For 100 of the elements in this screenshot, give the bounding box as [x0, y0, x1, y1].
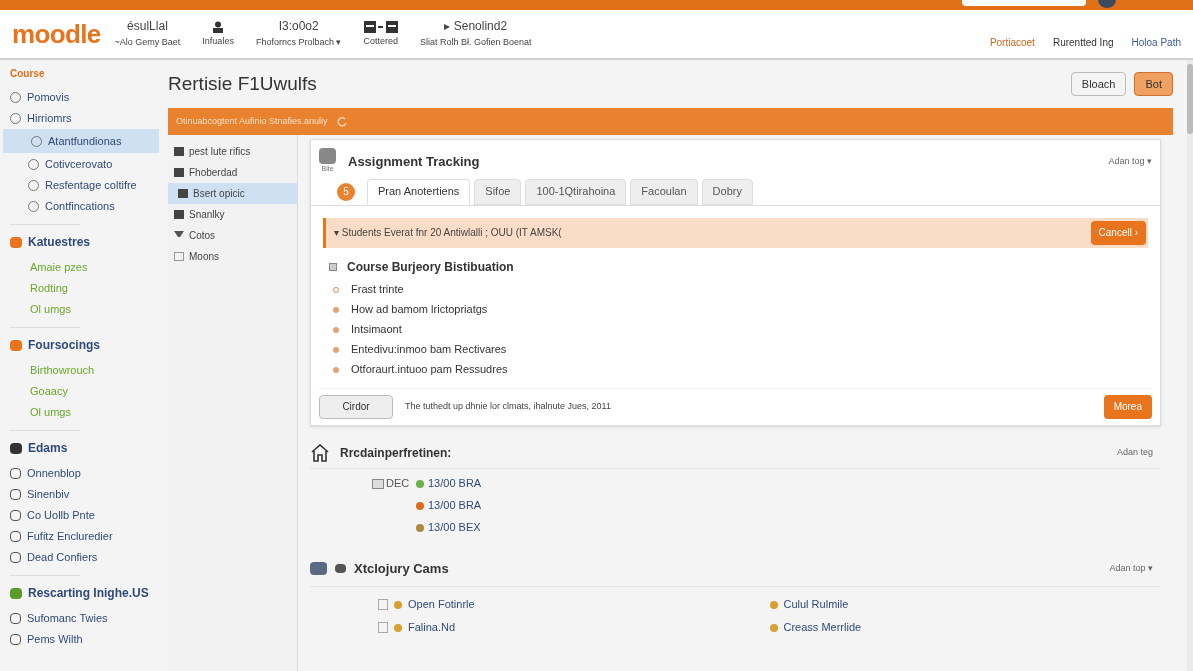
sidebar-item[interactable]: Dead Confiers: [0, 547, 162, 567]
nav-icon: [174, 210, 184, 219]
tab[interactable]: Sifoe: [474, 178, 522, 205]
activity-icon: [394, 600, 402, 609]
activity-link[interactable]: Open Fotinrle: [408, 596, 475, 613]
header-value: ▸ Senolind2: [444, 19, 508, 35]
activity-icon: [394, 623, 402, 632]
sidebar-item[interactable]: Cotivcerovato: [0, 154, 162, 174]
action-link[interactable]: Adan tog ▾: [1108, 154, 1152, 168]
checkbox-icon: [329, 262, 337, 271]
section-icon: [10, 587, 22, 599]
scrollbar[interactable]: [1187, 60, 1193, 671]
section-icon: [10, 442, 22, 454]
sidebar-heading[interactable]: Edams: [28, 439, 68, 457]
activity-link[interactable]: Falina.Nd: [408, 619, 456, 636]
home-icon: [310, 443, 330, 462]
sidebar-item[interactable]: Pomovis: [0, 87, 162, 107]
list-item: Entedivu:inmoo bam Rectivares: [351, 342, 507, 358]
nav-item[interactable]: Bsert opicic: [168, 183, 297, 204]
nav-item[interactable]: pest lute rifics: [168, 141, 297, 162]
count-badge: 5: [337, 182, 355, 201]
time-text[interactable]: 13/00 BRA: [428, 475, 482, 492]
item-icon: [10, 488, 21, 500]
list-title: Course Burjeory Bistibuation: [347, 258, 514, 276]
item-icon: [10, 551, 21, 563]
nav-icon: [178, 189, 188, 198]
header-label[interactable]: Cottered: [363, 35, 398, 48]
sidebar-item[interactable]: Co Uollb Pnte: [0, 505, 162, 525]
nav-item[interactable]: Cotos: [168, 225, 297, 246]
item-icon: [10, 467, 21, 479]
header-link[interactable]: Holoa Path: [1131, 34, 1181, 50]
page-icon: [378, 599, 388, 610]
activity-icon: [769, 600, 778, 609]
header-label[interactable]: ~Alo Gemy Baet: [114, 37, 181, 49]
list-item: Otforaurt.intuoo pam Ressudres: [351, 362, 508, 378]
list-item: How ad bamom lrictopriatgs: [351, 302, 488, 318]
section-title: Rrcdainperfretinen:: [340, 444, 452, 462]
bullet-icon: [333, 346, 339, 353]
sidebar-heading[interactable]: Katuestres: [28, 233, 91, 251]
time-text[interactable]: 13/00 BRA: [428, 497, 482, 514]
header-button[interactable]: Bot: [1134, 72, 1173, 96]
header-value: I3:o0o2: [278, 19, 319, 35]
sidebar-item[interactable]: Sufomanc Twies: [0, 608, 162, 628]
bullet-icon: [333, 306, 339, 313]
section-title: Xtclojury Cams: [354, 559, 449, 578]
nav-icon: [174, 252, 184, 261]
sidebar-item[interactable]: Resfentage coltifre: [0, 175, 162, 195]
tab[interactable]: Pran Anotertiens: [367, 178, 471, 205]
sidebar-item[interactable]: Onnenblop: [0, 463, 162, 483]
bullet-icon: [333, 326, 339, 333]
item-icon: [10, 509, 21, 521]
list-item: Frast trinte: [351, 282, 404, 298]
nav-item[interactable]: Moons: [168, 246, 297, 267]
item-icon: [10, 633, 21, 645]
page-title: Rertisie F1Uwulfs: [168, 71, 317, 96]
tab[interactable]: Facoulan: [630, 178, 698, 205]
page-icon: [378, 622, 388, 633]
sidebar-item[interactable]: Contfincations: [0, 196, 162, 216]
secondary-button[interactable]: Cirdor: [319, 394, 393, 419]
item-icon: [10, 530, 21, 542]
card-title: Assignment Tracking: [348, 152, 480, 171]
footer-text: The tuthedt up dhnie lor clmats, ihalnute Jues, 2011: [405, 399, 611, 413]
nav-icon: [174, 231, 184, 240]
sidebar-item[interactable]: Atantfundionas: [3, 129, 159, 153]
nav-item[interactable]: Fhoberdad: [168, 162, 297, 183]
sidebar-item[interactable]: Pems Wilth: [0, 629, 162, 649]
header-label[interactable]: Fhoforncs Prolbach ▾: [255, 37, 342, 49]
alert-text: ▾ Students Everat fnr 20 Antiwlalli ; OUU (IT AMSK(: [334, 226, 562, 240]
sidebar-heading: Course: [9, 67, 46, 81]
person-icon: [212, 20, 225, 33]
section-icon: [10, 236, 22, 248]
section-icon: [10, 339, 22, 351]
action-link[interactable]: Adan top ▾: [1109, 561, 1153, 575]
sidebar-item[interactable]: Sinenbiv: [0, 484, 162, 504]
item-icon: [10, 612, 21, 624]
time-text[interactable]: 13/00 BEX: [428, 519, 481, 536]
refresh-icon: [335, 115, 348, 128]
sidebar-heading[interactable]: Rescarting Inighe.US: [28, 584, 149, 602]
header-link[interactable]: Portiacoet: [989, 34, 1035, 50]
activity-link[interactable]: Creass Merrlide: [783, 619, 862, 636]
sidebar-item[interactable]: Hirriomrs: [0, 108, 162, 128]
nav-item[interactable]: Snanlky: [168, 204, 297, 225]
sidebar-heading[interactable]: Foursocings: [28, 336, 100, 354]
tab[interactable]: 100-1Qtirahoina: [525, 178, 627, 205]
header-link[interactable]: Rurentted Ing: [1052, 34, 1114, 50]
activity-link[interactable]: Culul Rulmile: [783, 596, 849, 613]
header-label[interactable]: Infuales: [202, 35, 234, 48]
header-label[interactable]: Sliat Rolh Bł. Gofien Boenat: [419, 37, 532, 49]
banner-text: Otinuabcogtent Aufinio Stnafies.anuliy: [176, 114, 328, 128]
sidebar-item[interactable]: Fufitz Encluredier: [0, 526, 162, 546]
header-value: ésulLlal: [127, 19, 168, 35]
activity-icon: [769, 623, 778, 632]
bullet-icon: [333, 366, 339, 373]
tab[interactable]: Dobry: [701, 178, 753, 205]
action-link[interactable]: Adan teg: [1116, 445, 1153, 460]
nav-icon: [174, 147, 184, 156]
list-item: Intsimaont: [351, 322, 402, 338]
nav-icon: [174, 168, 184, 177]
header-button[interactable]: Bloach: [1070, 72, 1127, 96]
date-label: DEC: [386, 476, 411, 492]
